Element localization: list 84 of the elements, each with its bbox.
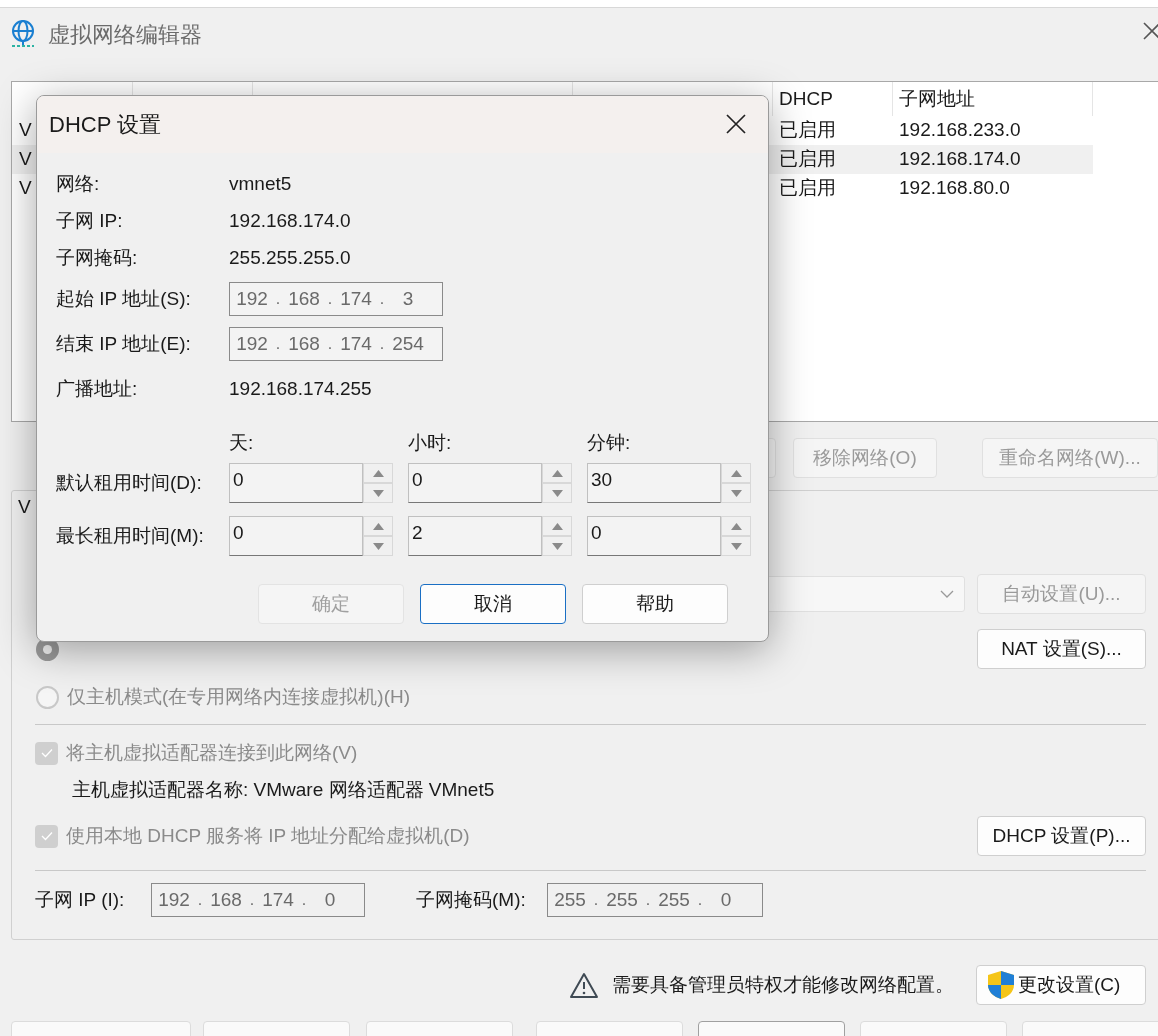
column-label: 天: — [229, 431, 254, 453]
triangle-up-icon — [730, 522, 742, 530]
nat-settings-button[interactable]: NAT 设置(S)... — [977, 629, 1146, 669]
column-header[interactable]: 子网地址 — [899, 84, 975, 114]
column-label: 小时: — [408, 431, 452, 453]
close-button[interactable] — [725, 113, 747, 135]
field-label: 子网掩码(M): — [416, 887, 527, 912]
number-field[interactable]: 0 — [587, 516, 721, 556]
table-cell: 已启用 — [779, 119, 836, 141]
field-label: 默认租用时间(D): — [56, 470, 203, 495]
spin-up-button[interactable] — [721, 516, 751, 536]
triangle-down-icon — [551, 489, 563, 497]
field-label: 起始 IP 地址(S): — [56, 286, 192, 311]
checkbox-label: 将主机虚拟适配器连接到此网络(V) — [66, 740, 358, 765]
triangle-up-icon — [551, 522, 563, 530]
field-label: 子网 IP: — [56, 209, 124, 234]
spin-down-button[interactable] — [542, 483, 572, 503]
spin-down-button[interactable] — [721, 536, 751, 556]
dhcp-settings-button[interactable]: DHCP 设置(P)... — [977, 816, 1146, 856]
spin-down-button[interactable] — [542, 536, 572, 556]
warning-icon — [569, 971, 599, 999]
field-label: 结束 IP 地址(E): — [56, 331, 192, 356]
number-field[interactable]: 0 — [408, 463, 542, 503]
spin-down-button[interactable] — [363, 536, 393, 556]
admin-notice-text: 需要具备管理员特权才能修改网络配置。 — [612, 972, 954, 997]
spin-up-button[interactable] — [363, 516, 393, 536]
column-label: 分钟: — [587, 431, 631, 453]
ip-address-field[interactable]: 255 . 255 . 255 . 0 — [547, 883, 763, 917]
triangle-down-icon — [730, 542, 742, 550]
number-field[interactable]: 30 — [587, 463, 721, 503]
table-cell: V — [19, 119, 32, 141]
ip-address-field[interactable]: 192 . 168 . 174 . 254 — [229, 327, 443, 361]
number-field[interactable]: 0 — [229, 516, 363, 556]
spin-down-button[interactable] — [363, 483, 393, 503]
column-header[interactable]: DHCP — [779, 84, 833, 114]
checkbox-label: 使用本地 DHCP 服务将 IP 地址分配给虚拟机(D) — [66, 823, 470, 848]
table-cell: 192.168.174.0 — [899, 148, 1021, 170]
field-value: vmnet5 — [229, 172, 292, 197]
ip-address-field[interactable]: 192 . 168 . 174 . 3 — [229, 282, 443, 316]
field-value: 255.255.255.0 — [229, 246, 351, 271]
dialog-button[interactable]: 帮助 — [582, 584, 728, 624]
close-icon[interactable] — [1143, 22, 1158, 40]
spin-up-button[interactable] — [721, 463, 751, 483]
field-label: 子网掩码: — [56, 246, 139, 271]
triangle-down-icon — [551, 542, 563, 550]
field-value: 192.168.174.0 — [229, 209, 351, 234]
triangle-up-icon — [372, 469, 384, 477]
field-value: 192.168.174.255 — [229, 376, 372, 401]
change-settings-button[interactable]: 更改设置(C) — [976, 965, 1146, 1005]
chevron-down-icon — [940, 590, 954, 598]
triangle-up-icon — [372, 522, 384, 530]
triangle-down-icon — [372, 542, 384, 550]
table-cell: 192.168.233.0 — [899, 119, 1021, 141]
table-cell: 已启用 — [779, 148, 836, 170]
adapter-name-text: 主机虚拟适配器名称: VMware 网络适配器 VMnet5 — [72, 777, 495, 802]
shield-icon — [987, 970, 1015, 1000]
dialog-title: DHCP 设置 — [49, 111, 162, 139]
radio-label: 仅主机模式(在专用网络内连接虚拟机)(H) — [67, 684, 411, 709]
spin-up-button[interactable] — [542, 463, 572, 483]
table-cell: 已启用 — [779, 177, 836, 199]
triangle-up-icon — [551, 469, 563, 477]
field-label: 子网 IP (I): — [35, 887, 126, 912]
triangle-down-icon — [730, 489, 742, 497]
spin-up-button[interactable] — [542, 516, 572, 536]
number-field[interactable]: 0 — [229, 463, 363, 503]
checkmark-icon — [40, 748, 53, 758]
field-label: 网络: — [56, 172, 101, 197]
table-cell: V — [19, 177, 32, 199]
spin-up-button[interactable] — [363, 463, 393, 483]
number-field[interactable]: 2 — [408, 516, 542, 556]
table-cell: 192.168.80.0 — [899, 177, 1010, 199]
ip-address-field[interactable]: 192 . 168 . 174 . 0 — [151, 883, 365, 917]
dialog-button[interactable]: 取消 — [420, 584, 566, 624]
triangle-up-icon — [730, 469, 742, 477]
close-icon — [726, 114, 746, 134]
field-label: 广播地址: — [56, 376, 139, 401]
table-cell: V — [19, 148, 32, 170]
window-title: 虚拟网络编辑器 — [48, 20, 202, 49]
checkmark-icon — [40, 831, 53, 841]
radio-button[interactable] — [36, 685, 59, 709]
spin-down-button[interactable] — [721, 483, 751, 503]
triangle-down-icon — [372, 489, 384, 497]
group-label: V — [18, 494, 31, 519]
field-label: 最长租用时间(M): — [56, 523, 205, 548]
